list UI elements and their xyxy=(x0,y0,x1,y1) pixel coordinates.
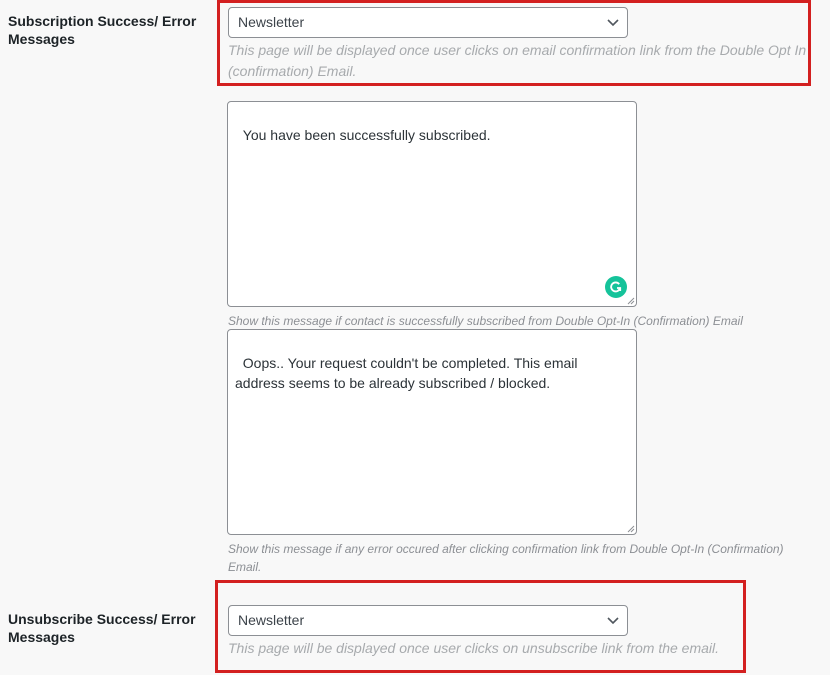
chevron-down-icon xyxy=(607,617,619,625)
subscription-messages-label: Subscription Success/ Error Messages xyxy=(8,13,197,47)
success-message-textarea[interactable]: You have been successfully subscribed. xyxy=(227,101,637,307)
chevron-down-icon xyxy=(607,19,619,27)
unsubscribe-page-select-value: Newsletter xyxy=(238,612,305,628)
subscription-page-description: This page will be displayed once user cl… xyxy=(228,42,807,79)
subscription-page-select[interactable]: Newsletter xyxy=(228,7,628,38)
resize-handle-icon[interactable] xyxy=(627,525,635,533)
resize-handle-icon[interactable] xyxy=(627,297,635,305)
unsubscribe-page-description: This page will be displayed once user cl… xyxy=(228,640,720,656)
unsubscribe-page-select[interactable]: Newsletter xyxy=(228,605,628,636)
subscription-page-select-value: Newsletter xyxy=(238,14,305,30)
error-message-help: Show this message if any error occured a… xyxy=(228,542,784,574)
success-message-help: Show this message if contact is successf… xyxy=(228,314,743,328)
error-message-text: Oops.. Your request couldn't be complete… xyxy=(235,355,582,391)
grammarly-icon[interactable] xyxy=(605,276,627,298)
unsubscribe-messages-label: Unsubscribe Success/ Error Messages xyxy=(8,611,196,645)
success-message-text: You have been successfully subscribed. xyxy=(242,127,491,143)
error-message-textarea[interactable]: Oops.. Your request couldn't be complete… xyxy=(227,329,637,535)
